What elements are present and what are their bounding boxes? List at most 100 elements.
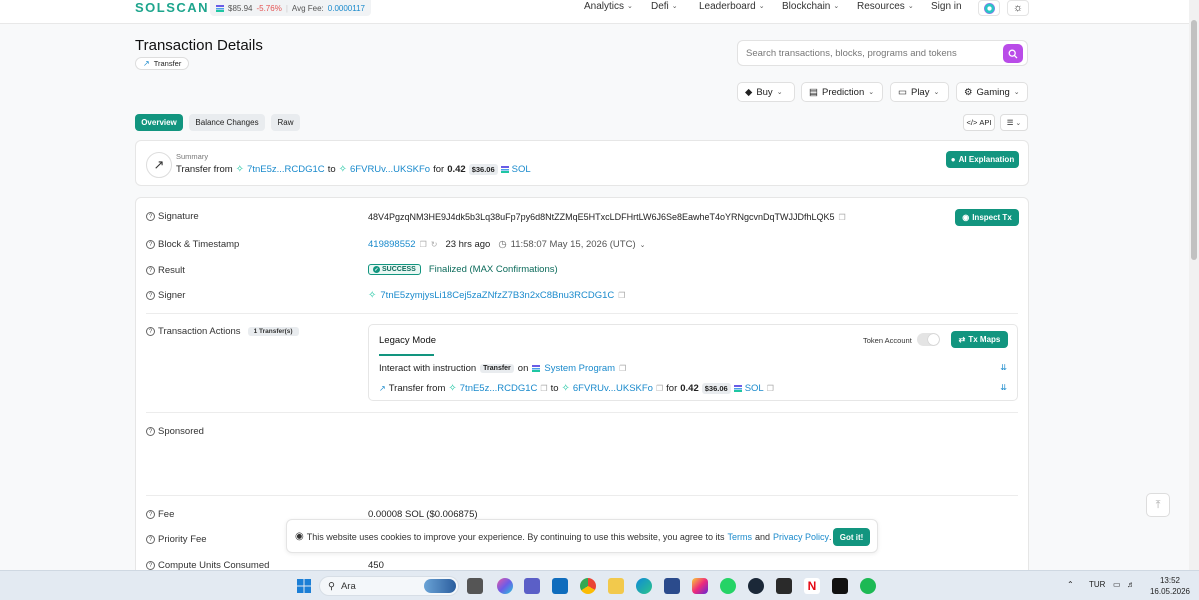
ai-explanation-button[interactable]: ● AI Explanation (946, 151, 1019, 168)
view-options-button[interactable]: ☰ ⌄ (1000, 114, 1028, 131)
program-link[interactable]: System Program (544, 363, 615, 374)
divider (146, 313, 1018, 314)
transaction-actions-panel: Legacy Mode Token Account ⇄ Tx Maps Inter… (368, 324, 1018, 401)
system-clock[interactable]: 13:52 16.05.2026 (1146, 575, 1194, 597)
sol-icon (733, 385, 742, 392)
copy-icon[interactable]: ❐ (618, 291, 625, 300)
app-icon[interactable] (832, 578, 848, 594)
speaker-icon[interactable]: ♬ (1127, 580, 1135, 589)
block-link[interactable]: 419898552 (368, 239, 416, 250)
windows-taskbar: ⚲ Ara N ⌃ TUR ▭ ♬ 13:52 16.05.2026 (0, 570, 1199, 600)
search-input[interactable] (746, 46, 1001, 61)
privacy-policy-link[interactable]: Privacy Policy (773, 532, 829, 542)
token-account-toggle[interactable] (917, 333, 940, 346)
sign-in-link[interactable]: Sign in (931, 0, 962, 12)
api-button[interactable]: </> API (963, 114, 995, 131)
and-text: and (754, 531, 770, 542)
copy-icon[interactable]: ❐ (619, 364, 626, 373)
cookie-banner: ◉ This website uses cookies to improve y… (286, 519, 878, 553)
steam-icon[interactable] (748, 578, 764, 594)
gaming-button[interactable]: ⚙ Gaming ⌄ (956, 82, 1028, 102)
copilot-icon[interactable] (497, 578, 513, 594)
scrollbar[interactable] (1189, 0, 1199, 570)
token-account-label: Token Account (863, 336, 912, 345)
help-icon: ? (146, 510, 155, 519)
prediction-button[interactable]: ▤ Prediction ⌄ (801, 82, 883, 102)
tab-overview[interactable]: Overview (135, 114, 183, 131)
copy-icon[interactable]: ❐ (839, 213, 846, 222)
tx-maps-label: Tx Maps (968, 335, 1001, 344)
windows-start-icon[interactable] (296, 578, 312, 594)
nav-blockchain[interactable]: Blockchain ⌄ (782, 0, 839, 12)
spotify-icon[interactable] (860, 578, 876, 594)
language-indicator[interactable]: TUR (1089, 580, 1105, 589)
outlook-icon[interactable] (552, 578, 568, 594)
tab-raw[interactable]: Raw (271, 114, 300, 131)
nav-label: Analytics (584, 0, 625, 12)
from-address-link[interactable]: 7tnE5z...RCDG1C (460, 383, 538, 394)
search-button[interactable] (1003, 44, 1023, 63)
terms-link[interactable]: Terms (727, 532, 752, 542)
buy-icon: ◆ (745, 86, 753, 98)
copy-icon[interactable]: ❐ (767, 384, 774, 393)
theme-toggle-button[interactable]: ☼ (1007, 0, 1029, 16)
task-view-icon[interactable] (467, 578, 483, 594)
summary-line: Transfer from ✧ 7tnE5z...RCDG1C to ✧ 6FV… (176, 164, 531, 175)
buy-button[interactable]: ◆ Buy ⌄ (737, 82, 795, 102)
taskbar-search[interactable]: ⚲ Ara (319, 576, 459, 596)
instagram-icon[interactable] (692, 578, 708, 594)
copy-icon[interactable]: ❐ (420, 240, 427, 249)
list-icon: ☰ (1006, 118, 1014, 127)
chevron-down-icon: ⌄ (1013, 89, 1020, 96)
to-address-link[interactable]: 6FVRUv...UKSKFo (573, 383, 653, 394)
usd-value-badge: $36.06 (701, 383, 731, 394)
copy-icon[interactable]: ❐ (540, 384, 547, 393)
tx-maps-button[interactable]: ⇄ Tx Maps (951, 331, 1008, 348)
search-bar (737, 40, 1028, 66)
nav-defi[interactable]: Defi ⌄ (651, 0, 678, 12)
copy-icon[interactable]: ❐ (656, 384, 663, 393)
nav-resources[interactable]: Resources ⌄ (857, 0, 914, 12)
for-text: for (666, 383, 678, 394)
summary-card: ↗ Summary Transfer from ✧ 7tnE5z...RCDG1… (135, 140, 1029, 186)
play-label: Play (910, 86, 930, 98)
to-address-link[interactable]: 6FVRUv...UKSKFo (350, 164, 430, 175)
play-button[interactable]: ▭ Play ⌄ (890, 82, 949, 102)
top-navbar: SOLSCAN $85.94 -5.76% | Avg Fee: 0.00001… (0, 0, 1199, 24)
edge-icon[interactable] (636, 578, 652, 594)
teams-icon[interactable] (524, 578, 540, 594)
expand-icon[interactable]: ⇊ (1000, 383, 1007, 392)
expand-icon[interactable]: ⇊ (1000, 363, 1007, 372)
nav-leaderboard[interactable]: Leaderboard ⌄ (699, 0, 765, 12)
on-text: on (517, 363, 529, 374)
tab-balance-changes[interactable]: Balance Changes (189, 114, 265, 131)
history-icon[interactable]: ↻ (431, 240, 438, 249)
nav-label: Blockchain (782, 0, 831, 12)
netflix-icon[interactable]: N (804, 578, 820, 594)
inspect-tx-button[interactable]: ◉ Inspect Tx (955, 209, 1019, 226)
token-link[interactable]: SOL (512, 164, 531, 175)
scroll-to-top-button[interactable]: ⤒ (1146, 493, 1170, 517)
label-text: Sponsored (158, 426, 204, 437)
signer-link[interactable]: 7tnE5zymjysLi18Cej5zaZNfzZ7B3n2xC8Bnu3RC… (380, 290, 614, 301)
chevron-up-icon[interactable]: ⌃ (1067, 580, 1074, 589)
wallet-button[interactable] (978, 0, 1000, 16)
divider (146, 412, 1018, 413)
nav-analytics[interactable]: Analytics ⌄ (584, 0, 633, 12)
epic-games-icon[interactable] (776, 578, 792, 594)
from-address-link[interactable]: 7tnE5z...RCDG1C (247, 164, 325, 175)
help-icon: ? (146, 291, 155, 300)
token-link[interactable]: SOL (745, 383, 764, 394)
chrome-icon[interactable] (580, 578, 596, 594)
whatsapp-icon[interactable] (720, 578, 736, 594)
got-it-button[interactable]: Got it! (833, 528, 870, 546)
legacy-mode-tab[interactable]: Legacy Mode (379, 335, 436, 346)
cookie-message: This website uses cookies to improve you… (306, 531, 725, 542)
solscan-logo[interactable]: SOLSCAN (135, 0, 209, 15)
monitor-icon[interactable]: ▭ (1113, 580, 1121, 589)
scrollbar-thumb[interactable] (1191, 20, 1197, 260)
signer-label: ? Signer (146, 290, 185, 301)
file-explorer-icon[interactable] (608, 578, 624, 594)
store-icon[interactable] (664, 578, 680, 594)
chevron-down-icon[interactable]: ⌄ (640, 241, 646, 249)
